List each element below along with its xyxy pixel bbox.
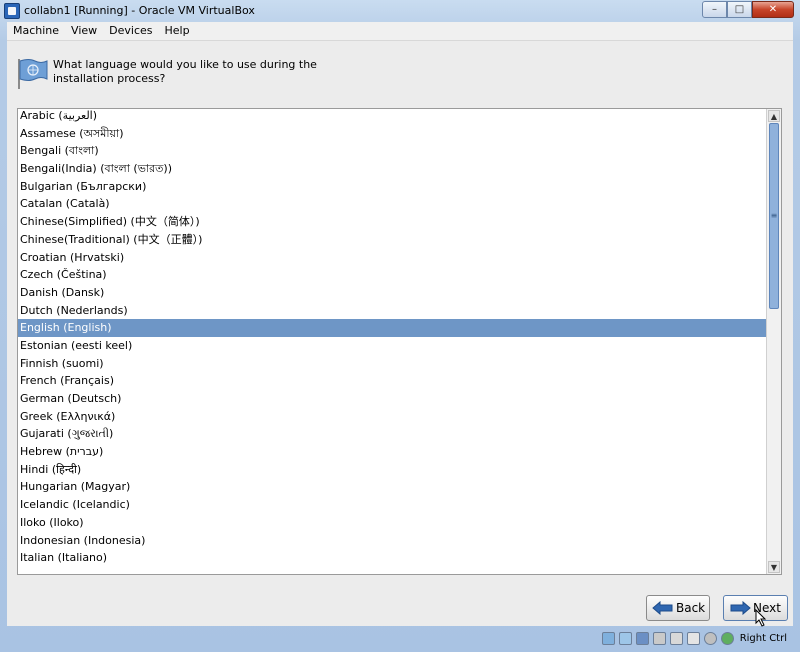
language-row[interactable]: Chinese(Simplified) (中文（简体）)	[18, 213, 766, 231]
mouse-integration-icon[interactable]	[703, 631, 717, 645]
maximize-button[interactable]: □	[727, 1, 752, 18]
language-row[interactable]: Croatian (Hrvatski)	[18, 249, 766, 267]
language-row[interactable]: Iloko (Iloko)	[18, 514, 766, 532]
language-row[interactable]: Bengali (বাংলা)	[18, 142, 766, 160]
language-row[interactable]: Finnish (suomi)	[18, 355, 766, 373]
guest-screen: What language would you like to use duri…	[7, 41, 793, 627]
language-row[interactable]: French (Français)	[18, 372, 766, 390]
language-row[interactable]: Gujarati (ગુજરાતી)	[18, 425, 766, 443]
shared-folders-icon[interactable]	[669, 631, 683, 645]
back-button[interactable]: Back	[646, 595, 710, 621]
language-row[interactable]: Hindi (हिन्दी)	[18, 461, 766, 479]
menu-help[interactable]: Help	[159, 22, 196, 40]
flag-icon	[18, 59, 48, 89]
language-row[interactable]: Catalan (Català)	[18, 195, 766, 213]
scroll-up-arrow[interactable]: ▲	[768, 110, 780, 122]
language-row[interactable]: Hebrew (עברית)	[18, 443, 766, 461]
language-row[interactable]: Italian (Italiano)	[18, 549, 766, 567]
language-row[interactable]: Chinese(Traditional) (中文（正體）)	[18, 231, 766, 249]
language-row[interactable]: Arabic (العربية)	[18, 109, 766, 125]
language-row[interactable]: Icelandic (Icelandic)	[18, 496, 766, 514]
language-list[interactable]: Arabic (العربية) Assamese (অসমীয়া) Bengal…	[17, 108, 782, 575]
virtualbox-icon	[4, 3, 20, 19]
display-icon[interactable]	[686, 631, 700, 645]
language-row-selected[interactable]: English (English)	[18, 319, 766, 337]
scroll-down-arrow[interactable]: ▼	[768, 561, 780, 573]
language-row[interactable]: German (Deutsch)	[18, 390, 766, 408]
window-frame: collabn1 [Running] - Oracle VM VirtualBo…	[0, 0, 800, 652]
window-title: collabn1 [Running] - Oracle VM VirtualBo…	[24, 4, 255, 17]
host-key-label: Right Ctrl	[739, 632, 787, 644]
language-row[interactable]: Dutch (Nederlands)	[18, 302, 766, 320]
language-row[interactable]: Bengali(India) (বাংলা (ভারত))	[18, 160, 766, 178]
host-key-icon[interactable]	[720, 631, 734, 645]
scroll-thumb[interactable]	[769, 123, 779, 309]
title-bar[interactable]: collabn1 [Running] - Oracle VM VirtualBo…	[0, 0, 800, 22]
language-row[interactable]: Danish (Dansk)	[18, 284, 766, 302]
menu-view[interactable]: View	[65, 22, 103, 40]
hard-disk-icon[interactable]	[601, 631, 615, 645]
close-button[interactable]: ✕	[752, 1, 794, 18]
next-arrow-icon	[729, 601, 751, 615]
menu-bar: Machine View Devices Help	[7, 22, 793, 41]
language-row[interactable]: Hungarian (Magyar)	[18, 478, 766, 496]
language-row[interactable]: Greek (Ελληνικά)	[18, 408, 766, 426]
menu-machine[interactable]: Machine	[7, 22, 65, 40]
optical-disk-icon[interactable]	[618, 631, 632, 645]
language-row[interactable]: Czech (Čeština)	[18, 266, 766, 284]
language-question: What language would you like to use duri…	[53, 58, 317, 85]
menu-devices[interactable]: Devices	[103, 22, 158, 40]
language-row[interactable]: Bulgarian (Български)	[18, 178, 766, 196]
status-bar: Right Ctrl	[7, 627, 793, 649]
minimize-button[interactable]: –	[702, 1, 727, 18]
language-row[interactable]: Estonian (eesti keel)	[18, 337, 766, 355]
mouse-pointer-icon	[755, 609, 767, 627]
back-arrow-icon	[652, 601, 674, 615]
language-row[interactable]: Assamese (অসমীয়া)	[18, 125, 766, 143]
network-icon[interactable]	[635, 631, 649, 645]
usb-icon[interactable]	[652, 631, 666, 645]
list-scrollbar[interactable]: ▲ ▼	[766, 109, 781, 574]
language-row[interactable]: Indonesian (Indonesia)	[18, 532, 766, 550]
back-label: Back	[676, 601, 706, 615]
